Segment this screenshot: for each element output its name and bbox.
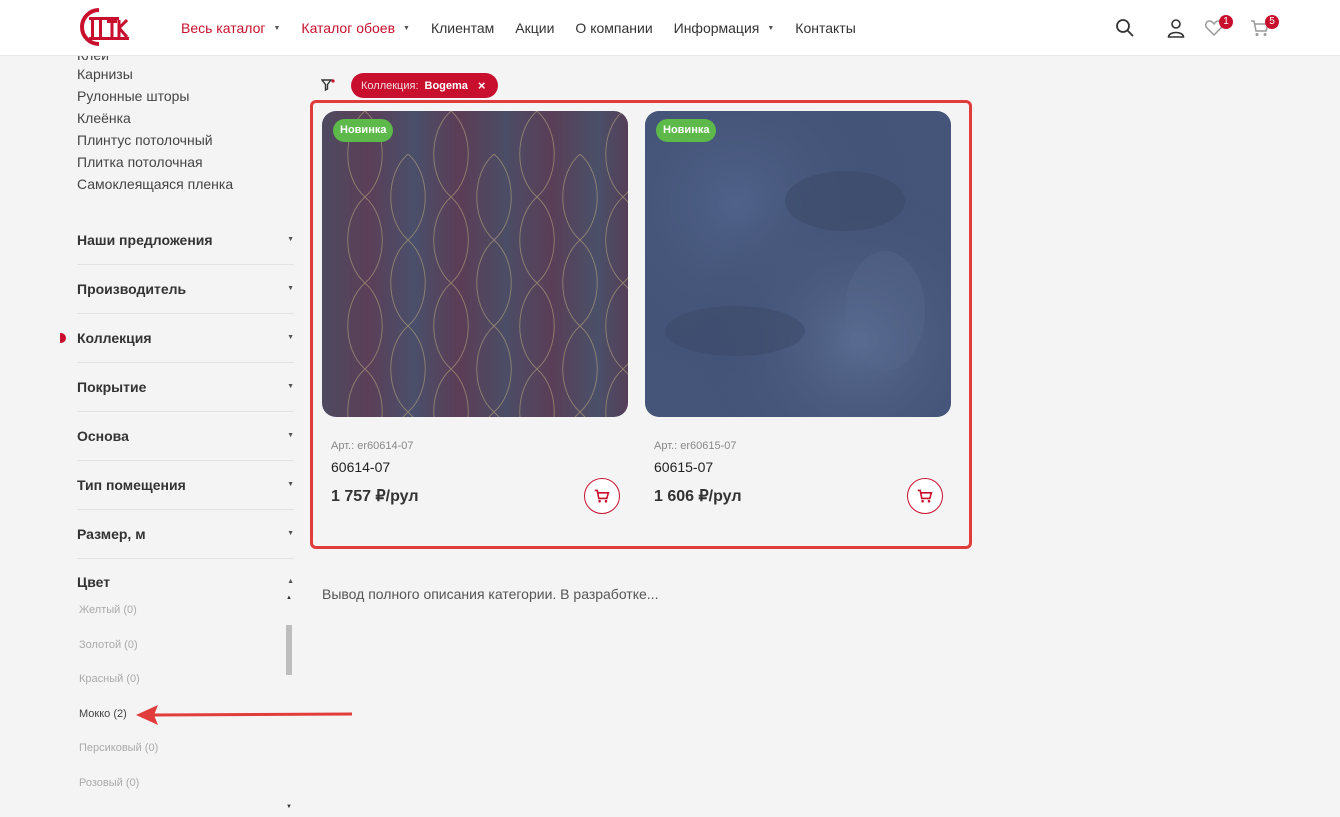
sidebar-link-ceiling-tile[interactable]: Плитка потолочная — [77, 154, 203, 170]
filter-section-label: Покрытие — [77, 379, 147, 395]
favorites-button[interactable]: 1 — [1204, 15, 1233, 40]
product-name[interactable]: 60615-07 — [654, 459, 713, 475]
color-option-pink[interactable]: Розовый (0) — [79, 777, 139, 789]
filter-section-base[interactable]: Основа ▼ — [77, 412, 294, 461]
filter-section-label: Основа — [77, 428, 129, 444]
chevron-down-icon: ▼ — [287, 481, 294, 488]
scroll-up-icon[interactable]: ▲ — [285, 595, 293, 601]
annotation-arrow-icon — [136, 705, 353, 725]
company-logo[interactable] — [77, 6, 133, 46]
chevron-down-icon: ▼ — [287, 236, 294, 243]
account-button[interactable] — [1166, 18, 1188, 40]
filter-section-coating[interactable]: Покрытие ▼ — [77, 363, 294, 412]
filter-section-room-type[interactable]: Тип помещения ▼ — [77, 461, 294, 510]
chip-value: Bogema — [424, 79, 468, 92]
cart-icon — [594, 489, 610, 503]
close-icon[interactable]: × — [478, 78, 486, 93]
chevron-down-icon: ▼ — [287, 383, 294, 390]
sidebar-link-oilcloth[interactable]: Клеёнка — [77, 110, 131, 126]
main-nav: Весь каталог ▼ Каталог обоев ▼ Клиентам Ак… — [181, 0, 877, 56]
active-filter-chip[interactable]: Коллекция: Bogema × — [351, 73, 498, 98]
nav-info[interactable]: Информация ▼ — [674, 20, 775, 36]
filter-section-label: Размер, м — [77, 526, 146, 542]
wallpaper-texture-image — [645, 111, 951, 417]
product-image[interactable]: Новинка — [322, 111, 628, 417]
color-option-red[interactable]: Красный (0) — [79, 673, 140, 685]
nav-all-catalog[interactable]: Весь каталог ▼ — [181, 20, 280, 36]
cart-icon — [917, 489, 933, 503]
color-option-mocha[interactable]: Мокко (2) — [79, 708, 127, 720]
sidebar-link-ceiling-plinth[interactable]: Плинтус потолочный — [77, 132, 213, 148]
scrollbar-thumb[interactable] — [286, 625, 292, 675]
new-badge: Новинка — [333, 119, 394, 142]
nav-promotions[interactable]: Акции — [515, 20, 554, 36]
product-card[interactable]: Новинка Арт.: er60614-07 60614-07 1 757 … — [322, 111, 628, 531]
product-price: 1 757 ₽/рул — [331, 488, 419, 505]
sidebar-link-self-adhesive-film[interactable]: Самоклеящаяся пленка — [77, 176, 233, 192]
nav-about[interactable]: О компании — [575, 20, 652, 36]
chevron-down-icon: ▼ — [287, 285, 294, 292]
sidebar-link-cornices[interactable]: Карнизы — [77, 66, 133, 82]
add-to-cart-button[interactable] — [584, 478, 620, 514]
filter-section-size[interactable]: Размер, м ▼ — [77, 510, 294, 559]
filter-icon[interactable] — [321, 78, 335, 92]
sidebar-link-roller-blinds[interactable]: Рулонные шторы — [77, 88, 189, 104]
active-filter-marker — [60, 333, 66, 343]
search-button[interactable] — [1115, 18, 1137, 40]
category-description: Вывод полного описания категории. В разр… — [322, 586, 659, 602]
product-image[interactable]: Новинка — [645, 111, 951, 417]
product-card[interactable]: Новинка Арт.: er60615-07 60615-07 1 606 … — [645, 111, 951, 531]
filter-section-label: Коллекция — [77, 330, 152, 346]
filter-section-offers[interactable]: Наши предложения ▼ — [77, 216, 294, 265]
filter-section-color[interactable]: Цвет ▲ — [77, 558, 294, 598]
filter-section-label: Производитель — [77, 281, 187, 297]
filter-section-collection[interactable]: Коллекция ▼ — [60, 314, 294, 363]
color-option-yellow[interactable]: Желтый (0) — [79, 604, 137, 616]
new-badge: Новинка — [656, 119, 717, 142]
color-option-peach[interactable]: Персиковый (0) — [79, 742, 158, 754]
nav-contacts[interactable]: Контакты — [795, 20, 855, 36]
product-name[interactable]: 60614-07 — [331, 459, 390, 475]
color-option-gold[interactable]: Золотой (0) — [79, 639, 138, 651]
filter-section-manufacturer[interactable]: Производитель ▼ — [77, 265, 294, 314]
chevron-up-icon: ▲ — [287, 578, 294, 585]
product-article: Арт.: er60615-07 — [654, 440, 737, 452]
site-header: Весь каталог ▼ Каталог обоев ▼ Клиентам Ак… — [0, 0, 1340, 56]
user-icon — [1167, 19, 1185, 38]
filter-section-label: Тип помещения — [77, 477, 186, 493]
chevron-down-icon: ▼ — [287, 432, 294, 439]
cart-count-badge: 5 — [1265, 15, 1279, 29]
chevron-down-icon: ▼ — [767, 24, 775, 32]
chip-key: Коллекция: — [361, 79, 419, 92]
nav-wallpaper-catalog[interactable]: Каталог обоев ▼ — [301, 20, 410, 36]
cart-button[interactable]: 5 — [1250, 15, 1279, 40]
chevron-down-icon: ▼ — [287, 530, 294, 537]
wallpaper-pattern-image — [322, 111, 628, 417]
chevron-down-icon: ▼ — [287, 334, 294, 341]
product-price: 1 606 ₽/рул — [654, 488, 742, 505]
product-article: Арт.: er60614-07 — [331, 440, 414, 452]
favorites-count-badge: 1 — [1219, 15, 1233, 29]
chevron-down-icon: ▼ — [273, 24, 281, 32]
add-to-cart-button[interactable] — [907, 478, 943, 514]
search-icon — [1116, 19, 1134, 37]
chevron-down-icon: ▼ — [403, 24, 410, 32]
scroll-down-icon[interactable]: ▼ — [285, 804, 293, 810]
filter-section-label: Наши предложения — [77, 232, 213, 248]
nav-clients[interactable]: Клиентам — [431, 20, 494, 36]
